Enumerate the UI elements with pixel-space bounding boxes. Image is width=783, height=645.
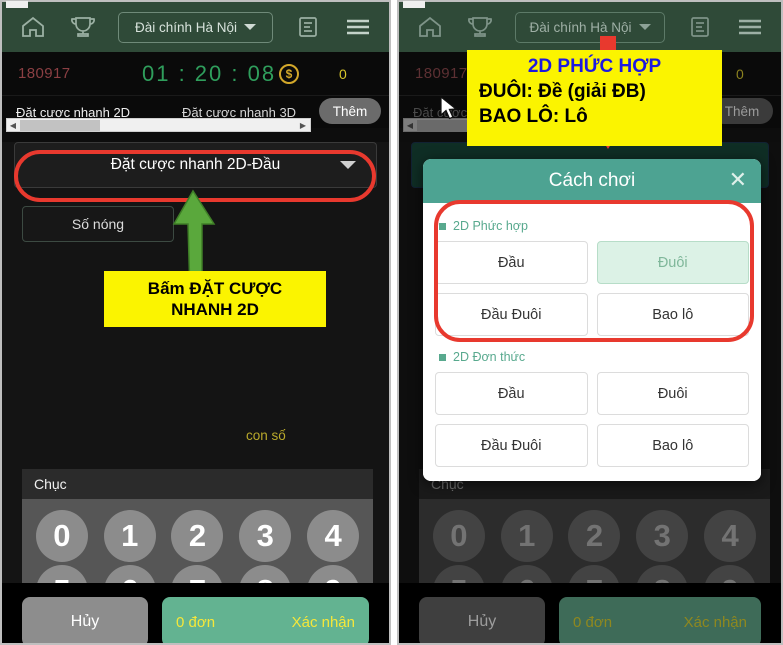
bullet-square-icon [439, 353, 446, 361]
digit-button[interactable]: 3 [636, 510, 689, 562]
order-count: 0 đơn [573, 613, 613, 631]
digit-button[interactable]: 1 [500, 510, 553, 562]
callout-left-line1: Bấm ĐẶT CƯỢC [147, 279, 283, 298]
chevron-down-icon [244, 24, 257, 30]
digit-button[interactable]: 4 [704, 510, 757, 562]
station-select[interactable]: Đài chính Hà Nội [118, 11, 273, 43]
tab-bar: Đặt cược nhanh 2D Đặt cược nhanh 3D Thêm… [2, 96, 389, 132]
option-dau[interactable]: Đầu [435, 241, 588, 284]
action-bar: Hủy 0 đơn Xác nhận [2, 583, 389, 643]
countdown-timer: 01 : 20 : 08 [142, 60, 277, 86]
dialog-title: Cách chơi [548, 170, 636, 191]
dialog-header: Cách chơi ✕ [423, 159, 761, 203]
order-count: 0 đơn [176, 613, 216, 631]
numpad-row: 0 1 2 3 4 [425, 510, 764, 562]
option-grid-phuc-hop: Đầu Đuôi Đầu Đuôi Bao lô [435, 241, 749, 336]
action-bar: Hủy 0 đơn Xác nhận [399, 583, 781, 643]
trophy-icon[interactable] [62, 8, 104, 46]
tab-quickbet-2d[interactable]: Đặt cược nhanh 2D [16, 99, 130, 120]
more-button[interactable]: Thêm [319, 98, 381, 124]
cancel-button[interactable]: Hủy [22, 597, 148, 643]
digit-button[interactable]: 3 [239, 510, 292, 562]
hint-text: con số [246, 428, 286, 443]
balance-amount: 0 [339, 65, 347, 82]
option-grid-don-thuc: Đầu Đuôi Đầu Đuôi Bao lô [435, 372, 749, 467]
option-dau[interactable]: Đầu [435, 372, 588, 415]
draw-info-bar: 180917 01 : 20 : 08 $ 0 [2, 52, 389, 96]
bet-mode-select[interactable]: Đặt cược nhanh 2D-Đầu [14, 142, 377, 188]
option-dau-duoi[interactable]: Đầu Đuôi [435, 293, 588, 336]
group-label-text: 2D Đơn thức [453, 350, 526, 364]
station-select-label: Đài chính Hà Nội [134, 19, 238, 35]
how-to-play-dialog: Cách chơi ✕ 2D Phức hợp Đầu Đuôi Đầu Đuô… [423, 159, 761, 481]
panel-divider [391, 0, 397, 645]
home-icon[interactable] [409, 8, 451, 46]
numpad-column-label: Chục [22, 469, 373, 499]
draw-id: 180917 [18, 65, 71, 82]
callout-right-line2: ĐUÔI: Đề (giải ĐB) [479, 81, 646, 102]
left-body: Đặt cược nhanh 2D-Đầu Số nóng con số Chụ… [2, 142, 389, 643]
chevron-down-icon [340, 161, 356, 169]
digit-button[interactable]: 2 [171, 510, 224, 562]
callout-left: Bấm ĐẶT CƯỢC NHANH 2D [104, 271, 326, 327]
document-icon[interactable] [287, 8, 329, 46]
callout-right-line3: BAO LÔ: Lô [479, 106, 588, 127]
station-select-label: Đài chính Hà Nội [529, 19, 632, 35]
callout-right: 2D PHỨC HỢP ĐUÔI: Đề (giải ĐB) BAO LÔ: L… [467, 50, 722, 146]
scroll-right-arrow[interactable]: ▶ [297, 121, 309, 130]
option-bao-lo[interactable]: Bao lô [596, 293, 749, 336]
digit-button[interactable]: 4 [307, 510, 360, 562]
hamburger-menu-icon[interactable] [729, 8, 771, 46]
confirm-label: Xác nhận [291, 613, 355, 631]
digit-button[interactable]: 1 [103, 510, 156, 562]
digit-button[interactable]: 2 [568, 510, 621, 562]
mouse-cursor-icon [440, 96, 458, 120]
screenshot-root: Đài chính Hà Nội 180917 01 : 20 : 08 $ 0… [0, 0, 783, 645]
app-header-bar: Đài chính Hà Nội [399, 2, 781, 52]
home-icon[interactable] [12, 8, 54, 46]
digit-button[interactable]: 0 [432, 510, 485, 562]
numpad-row: 0 1 2 3 4 [28, 510, 367, 562]
trophy-icon[interactable] [459, 8, 501, 46]
digit-button[interactable]: 0 [35, 510, 88, 562]
scroll-left-arrow[interactable]: ◀ [7, 121, 19, 130]
confirm-button[interactable]: 0 đơn Xác nhận [162, 597, 369, 643]
app-header-bar: Đài chính Hà Nội [2, 2, 389, 52]
document-icon[interactable] [679, 8, 721, 46]
horizontal-scrollbar[interactable]: ◀ ▶ [6, 118, 311, 132]
option-duoi[interactable]: Đuôi [596, 372, 749, 415]
draw-id: 180917 [415, 65, 468, 82]
confirm-button[interactable]: 0 đơn Xác nhận [559, 597, 761, 643]
dialog-body: 2D Phức hợp Đầu Đuôi Đầu Đuôi Bao lô 2D … [423, 203, 761, 481]
station-select[interactable]: Đài chính Hà Nội [515, 11, 665, 43]
status-notch [6, 1, 28, 8]
status-notch [403, 1, 425, 8]
callout-left-line2: NHANH 2D [171, 300, 259, 319]
callout-right-line1: 2D PHỨC HỢP [527, 56, 662, 77]
bullet-square-icon [439, 222, 446, 230]
option-duoi[interactable]: Đuôi [596, 241, 749, 284]
bet-mode-select-label: Đặt cược nhanh 2D-Đầu [110, 156, 281, 173]
chevron-down-icon [638, 24, 651, 30]
balance-amount: 0 [736, 65, 744, 82]
tab-quickbet-3d[interactable]: Đặt cược nhanh 3D [182, 99, 296, 120]
group-label-text: 2D Phức hợp [453, 219, 528, 233]
option-bao-lo[interactable]: Bao lô [596, 424, 749, 467]
hot-numbers-button[interactable]: Số nóng [22, 206, 174, 242]
coin-icon: $ [279, 63, 299, 84]
cancel-button[interactable]: Hủy [419, 597, 545, 643]
close-icon[interactable]: ✕ [729, 169, 747, 191]
option-dau-duoi[interactable]: Đầu Đuôi [435, 424, 588, 467]
hamburger-menu-icon[interactable] [337, 8, 379, 46]
scrollbar-thumb[interactable] [20, 120, 100, 131]
scroll-left-arrow[interactable]: ◀ [404, 121, 416, 130]
group-label-phuc-hop: 2D Phức hợp [439, 219, 749, 233]
group-label-don-thuc: 2D Đơn thức [439, 350, 749, 364]
confirm-label: Xác nhận [683, 613, 747, 631]
